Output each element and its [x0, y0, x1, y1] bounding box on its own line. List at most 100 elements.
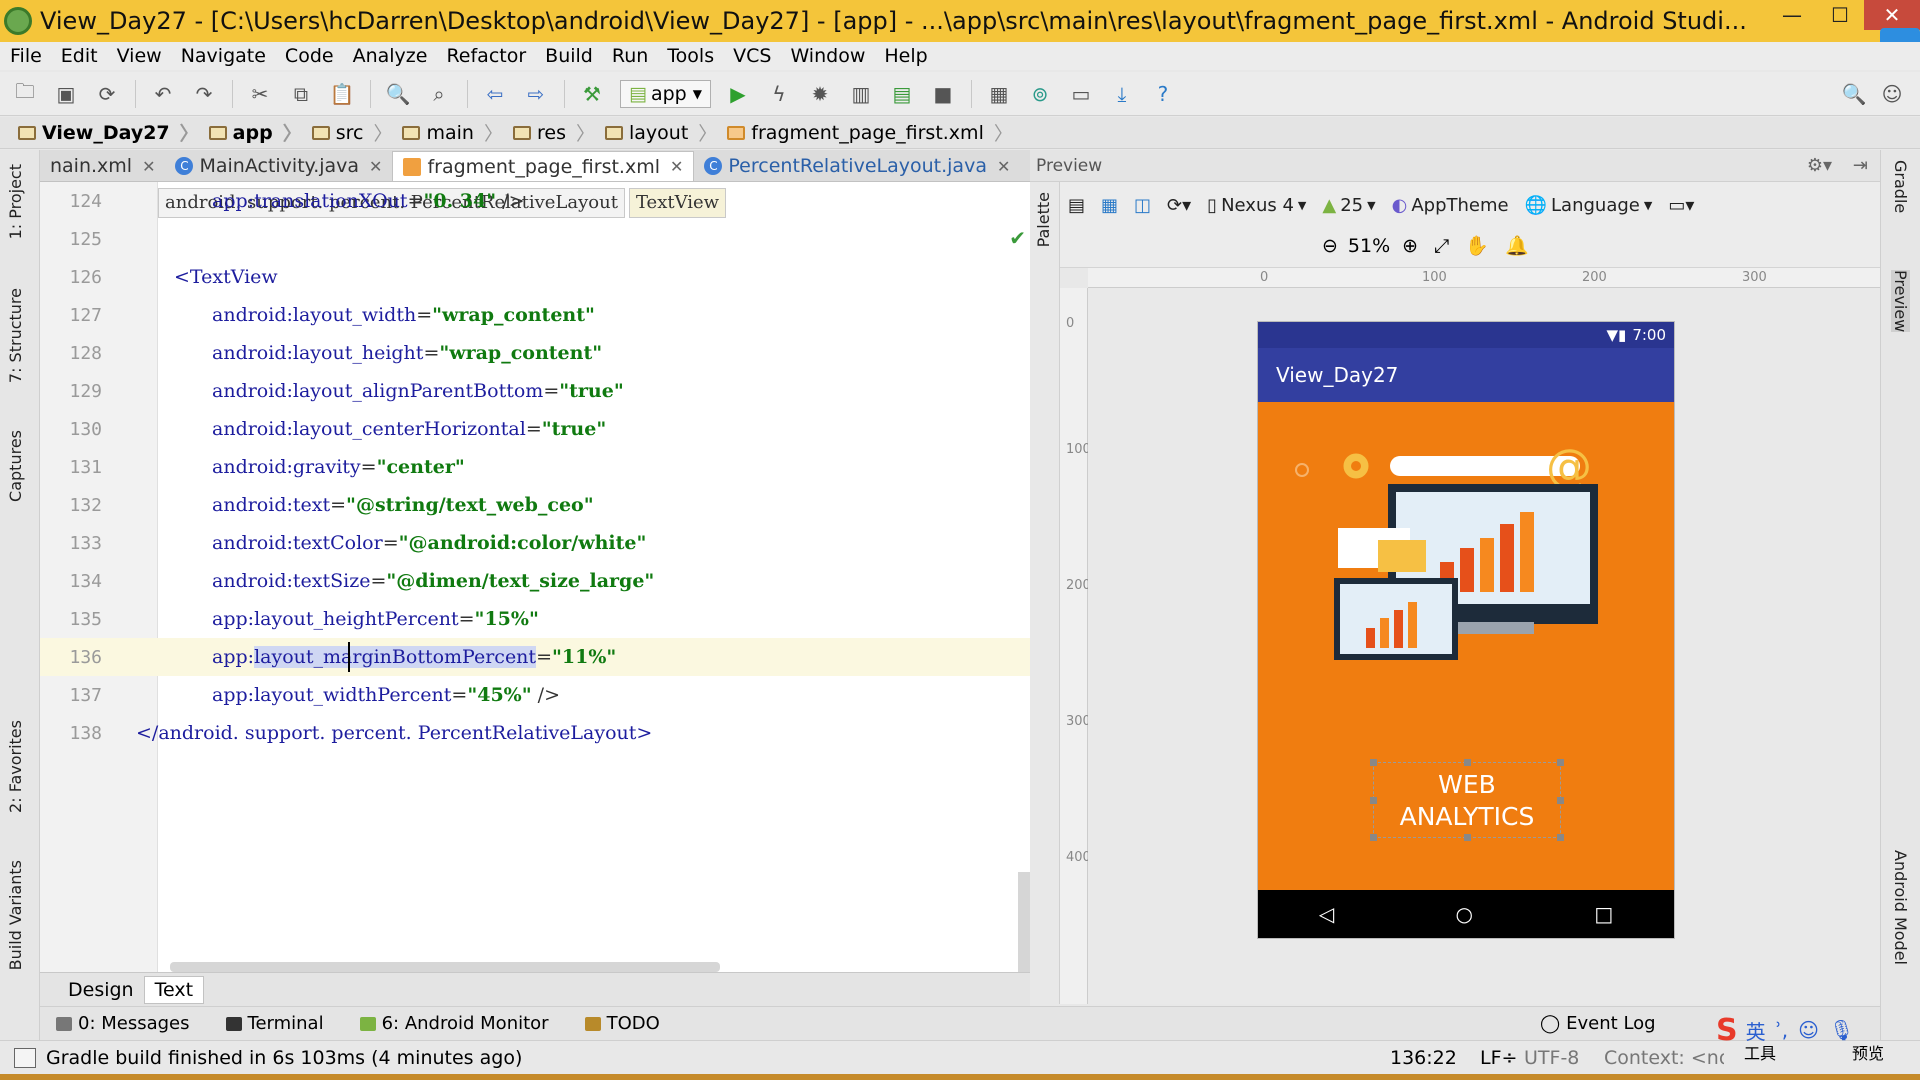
tool-terminal[interactable]: Terminal	[225, 1013, 324, 1034]
notification-icon[interactable]: 🔔	[1505, 234, 1529, 257]
make-project-icon[interactable]: ⚒	[579, 81, 605, 107]
back-nav-icon[interactable]: ◁	[1319, 902, 1334, 926]
tool-messages[interactable]: 0: Messages	[56, 1013, 190, 1034]
code-line[interactable]: 132 android:text="@string/text_web_ceo"	[40, 486, 1030, 524]
menu-file[interactable]: File	[10, 45, 42, 67]
event-log-button[interactable]: ◯ Event Log	[1540, 1013, 1656, 1034]
resize-handle[interactable]	[1370, 759, 1377, 766]
orientation-icon[interactable]: ⟳▾	[1167, 195, 1191, 216]
maximize-button[interactable]: ☐	[1816, 0, 1864, 30]
menu-run[interactable]: Run	[612, 45, 648, 67]
close-tab-icon[interactable]: ✕	[997, 157, 1010, 176]
close-tab-icon[interactable]: ✕	[142, 157, 155, 176]
breadcrumb-file[interactable]: fragment_page_first.xml 〉	[727, 119, 1013, 146]
resize-handle[interactable]	[1464, 759, 1471, 766]
ime-mic-icon[interactable]: 🎙	[1829, 1018, 1854, 1042]
debug-icon[interactable]: ✹	[807, 81, 833, 107]
code-line[interactable]: 133 android:textColor="@android:color/whi…	[40, 524, 1030, 562]
tab-fragment-page-first[interactable]: fragment_page_first.xml ✕	[392, 151, 695, 181]
tab-text[interactable]: Text	[143, 975, 205, 1004]
back-icon[interactable]: ⇦	[482, 81, 508, 107]
save-icon[interactable]: ▣	[53, 81, 79, 107]
gear-icon[interactable]: ⚙▾	[1807, 155, 1832, 176]
breadcrumb-res[interactable]: res 〉	[512, 119, 595, 146]
open-folder-icon[interactable]: 🗀	[12, 79, 38, 107]
stop-icon[interactable]: ■	[930, 81, 956, 107]
tab-main-xml[interactable]: nain.xml ✕	[40, 151, 165, 181]
code-line[interactable]: 128 android:layout_height="wrap_content"	[40, 334, 1030, 372]
tool-favorites[interactable]: 2: Favorites	[6, 720, 25, 813]
copy-icon[interactable]: ⧉	[288, 81, 314, 107]
vertical-scrollbar[interactable]	[1018, 872, 1030, 972]
menu-navigate[interactable]: Navigate	[181, 45, 266, 67]
code-editor[interactable]: android. support. percent. PercentRelati…	[40, 182, 1030, 972]
context-indicator[interactable]: Context: <no	[1604, 1047, 1724, 1069]
code-line[interactable]: 127 android:layout_width="wrap_content"	[40, 296, 1030, 334]
coverage-icon[interactable]: ▥	[848, 81, 874, 107]
menu-tools[interactable]: Tools	[667, 45, 714, 67]
code-line[interactable]: 125	[40, 220, 1030, 258]
close-button[interactable]: ✕	[1864, 0, 1920, 30]
attach-debugger-icon[interactable]: ▤	[889, 81, 915, 107]
code-line[interactable]: 138 </android. support. percent. PercentR…	[40, 714, 1030, 752]
redo-icon[interactable]: ↷	[191, 81, 217, 107]
pan-icon[interactable]: ✋	[1465, 234, 1489, 257]
menu-vcs[interactable]: VCS	[733, 45, 771, 67]
tool-project[interactable]: 1: Project	[6, 164, 25, 239]
tool-android-model[interactable]: Android Model	[1891, 850, 1910, 965]
code-line[interactable]: 131 android:gravity="center"	[40, 448, 1030, 486]
code-line[interactable]: 130 android:layout_centerHorizontal="true…	[40, 410, 1030, 448]
web-analytics-textview[interactable]: WEB ANALYTICS	[1370, 759, 1564, 841]
code-line[interactable]: 135 app:layout_heightPercent="15%"	[40, 600, 1030, 638]
tool-palette[interactable]: Palette	[1034, 192, 1053, 247]
sync-icon[interactable]: ⟳	[94, 81, 120, 107]
tool-todo[interactable]: TODO	[584, 1013, 660, 1034]
tool-build-variants[interactable]: Build Variants	[6, 860, 25, 970]
code-line[interactable]: 129 android:layout_alignParentBottom="tru…	[40, 372, 1030, 410]
close-tab-icon[interactable]: ✕	[670, 157, 683, 176]
paste-icon[interactable]: 📋	[329, 81, 355, 107]
code-line[interactable]: 126 <TextView	[40, 258, 1030, 296]
breadcrumb-src[interactable]: src 〉	[311, 119, 392, 146]
breadcrumb-main[interactable]: main 〉	[402, 119, 503, 146]
sogou-logo-icon[interactable]: S	[1716, 1013, 1738, 1048]
language-selector[interactable]: 🌐 Language ▼	[1525, 195, 1653, 216]
zoom-out-icon[interactable]: ⊖	[1322, 235, 1338, 257]
code-line[interactable]: 137 app:layout_widthPercent="45%" />	[40, 676, 1030, 714]
replace-icon[interactable]: ⌕	[426, 81, 452, 107]
hide-panel-icon[interactable]: ⇥	[1853, 155, 1868, 176]
help-icon[interactable]: ?	[1150, 81, 1176, 107]
minimize-button[interactable]: —	[1768, 0, 1816, 30]
instant-run-icon[interactable]: ϟ	[766, 81, 792, 107]
menu-view[interactable]: View	[117, 45, 162, 67]
resize-handle[interactable]	[1557, 759, 1564, 766]
device-preview[interactable]: ▼▮ 7:00 View_Day27 @ i WEB ANALYTICS	[1258, 322, 1674, 938]
resize-handle[interactable]	[1464, 834, 1471, 841]
breadcrumb-layout[interactable]: layout 〉	[604, 119, 717, 146]
tool-structure[interactable]: 7: Structure	[6, 288, 25, 383]
file-encoding[interactable]: UTF-8	[1524, 1047, 1579, 1069]
run-icon[interactable]: ▶	[725, 81, 751, 107]
ime-preview[interactable]: 预览	[1852, 1040, 1884, 1064]
line-separator[interactable]: LF÷	[1480, 1047, 1517, 1069]
zoom-in-icon[interactable]: ⊕	[1402, 235, 1418, 257]
tool-gradle[interactable]: Gradle	[1891, 160, 1910, 213]
forward-icon[interactable]: ⇨	[523, 81, 549, 107]
layout-variants-icon[interactable]: ▭▾	[1668, 195, 1694, 216]
user-icon[interactable]: ☺	[1879, 81, 1905, 107]
recents-nav-icon[interactable]: □	[1594, 902, 1613, 926]
horizontal-scrollbar[interactable]	[170, 962, 720, 972]
caret-position[interactable]: 136:22	[1390, 1047, 1457, 1069]
sdk-manager-icon[interactable]: ⤓	[1109, 81, 1135, 107]
find-icon[interactable]: 🔍	[385, 81, 411, 107]
menu-build[interactable]: Build	[545, 45, 593, 67]
avd-manager-icon[interactable]: ▦	[986, 81, 1012, 107]
ime-punct-icon[interactable]: ʾ,	[1776, 1018, 1789, 1042]
theme-selector[interactable]: ◐ AppTheme	[1392, 195, 1509, 216]
breadcrumb-app[interactable]: app 〉	[208, 119, 302, 146]
device-selector[interactable]: ▯ Nexus 4 ▼	[1207, 195, 1306, 216]
web-analytics-illustration[interactable]: @ i	[1278, 442, 1658, 662]
menu-refactor[interactable]: Refactor	[446, 45, 526, 67]
tab-percent-relative-layout[interactable]: C PercentRelativeLayout.java ✕	[694, 151, 1020, 181]
gradle-sync-icon[interactable]: ⊚	[1027, 81, 1053, 107]
